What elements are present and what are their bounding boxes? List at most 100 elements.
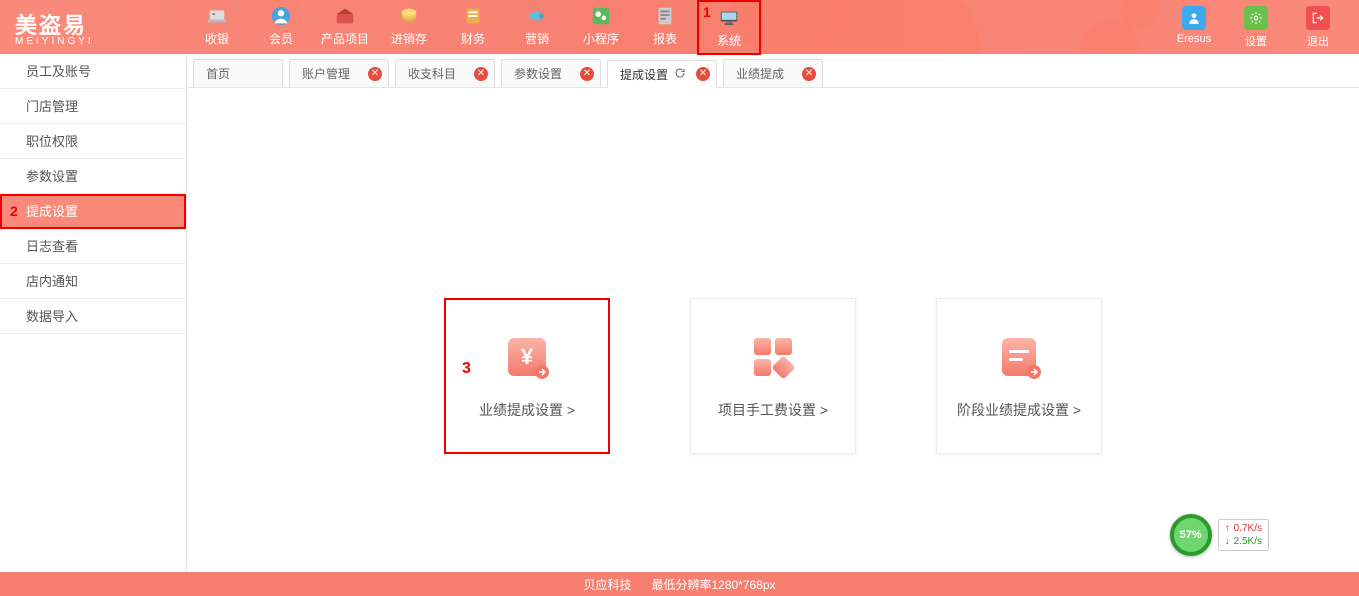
- tab-account[interactable]: 账户管理 ✕: [289, 59, 389, 87]
- card-label: 项目手工费设置 >: [718, 400, 828, 420]
- tab-label: 账户管理: [302, 65, 350, 82]
- nav-label: 营销: [505, 30, 569, 47]
- settings-label: 设置: [1225, 33, 1287, 49]
- annotation-marker: 1: [703, 4, 711, 20]
- card-label: 阶段业绩提成设置 >: [957, 400, 1081, 420]
- sidebar-item-log[interactable]: 日志查看: [0, 229, 186, 264]
- sidebar-label: 日志查看: [26, 239, 78, 254]
- marketing-icon: [505, 4, 569, 28]
- close-icon[interactable]: ✕: [696, 67, 710, 81]
- upload-speed: ↑0.7K/s: [1225, 522, 1262, 535]
- user-label: Eresus: [1163, 33, 1225, 45]
- nav-system[interactable]: 1 系统: [697, 0, 761, 55]
- yen-icon: ¥: [502, 332, 552, 382]
- nav-finance[interactable]: 财务: [441, 0, 505, 55]
- tab-performance[interactable]: 业绩提成 ✕: [723, 59, 823, 87]
- footer-company: 贝应科技: [583, 576, 631, 593]
- sidebar-label: 职位权限: [26, 134, 78, 149]
- nav-product[interactable]: 产品项目: [313, 0, 377, 55]
- tab-commission[interactable]: 提成设置 ✕: [607, 60, 717, 88]
- card-manual-fee[interactable]: 项目手工费设置 >: [690, 298, 856, 454]
- gear-icon: [1225, 6, 1287, 30]
- settings-menu[interactable]: 设置: [1225, 6, 1287, 49]
- card-performance-commission[interactable]: 3 ¥ 业绩提成设置 >: [444, 298, 610, 454]
- close-icon[interactable]: ✕: [802, 67, 816, 81]
- close-icon[interactable]: ✕: [474, 67, 488, 81]
- refresh-icon[interactable]: [674, 67, 686, 82]
- upload-value: 0.7K/s: [1234, 523, 1262, 534]
- network-widget[interactable]: 57% ↑0.7K/s ↓ 2.5K/s: [1170, 514, 1269, 556]
- logo: 美盗易 MEIYINGYI: [15, 8, 185, 47]
- svg-text:¥: ¥: [521, 344, 534, 369]
- tab-param[interactable]: 参数设置 ✕: [501, 59, 601, 87]
- sidebar-label: 数据导入: [26, 309, 78, 324]
- nav-marketing[interactable]: 营销: [505, 0, 569, 55]
- sidebar-item-store[interactable]: 门店管理: [0, 89, 186, 124]
- footer-resolution: 最低分辨率1280*768px: [651, 576, 775, 593]
- sidebar-item-role[interactable]: 职位权限: [0, 124, 186, 159]
- tiles-icon: [748, 332, 798, 382]
- card-label: 业绩提成设置 >: [479, 400, 575, 420]
- network-stats: ↑0.7K/s ↓ 2.5K/s: [1218, 519, 1269, 551]
- close-icon[interactable]: ✕: [368, 67, 382, 81]
- nav-cashier[interactable]: 收银: [185, 0, 249, 55]
- sidebar-label: 店内通知: [26, 274, 78, 289]
- nav-label: 财务: [441, 30, 505, 47]
- nav-miniprogram[interactable]: 小程序: [569, 0, 633, 55]
- inventory-icon: [377, 4, 441, 28]
- nav-label: 收银: [185, 30, 249, 47]
- close-icon[interactable]: ✕: [580, 67, 594, 81]
- finance-icon: [441, 4, 505, 28]
- down-arrow-icon: ↓: [1225, 536, 1230, 547]
- logout-button[interactable]: 退出: [1287, 6, 1349, 49]
- logo-sub: MEIYINGYI: [15, 36, 185, 47]
- main-panel: 首页 账户管理 ✕ 收支科目 ✕ 参数设置 ✕ 提成设置 ✕ 业绩提成 ✕ 3 ¥ 业绩…: [187, 54, 1359, 572]
- card-stage-commission[interactable]: 阶段业绩提成设置 >: [936, 298, 1102, 454]
- tab-label: 收支科目: [408, 65, 456, 82]
- nav-label: 报表: [633, 30, 697, 47]
- tab-category[interactable]: 收支科目 ✕: [395, 59, 495, 87]
- sidebar-label: 门店管理: [26, 99, 78, 114]
- sidebar-item-import[interactable]: 数据导入: [0, 299, 186, 334]
- nav-label: 进销存: [377, 30, 441, 47]
- sidebar-label: 员工及账号: [26, 64, 91, 79]
- wechat-icon: [569, 4, 633, 28]
- sidebar-item-notice[interactable]: 店内通知: [0, 264, 186, 299]
- cards-area: 3 ¥ 业绩提成设置 > 项目手工费设置 > 阶段业绩提成设置 >: [187, 88, 1359, 454]
- sidebar-item-staff[interactable]: 员工及账号: [0, 54, 186, 89]
- nav-label: 会员: [249, 30, 313, 47]
- main-nav: 收银 会员 产品项目 进销存 财务 营销 小程序 报表: [185, 0, 761, 55]
- nav-label: 小程序: [569, 30, 633, 47]
- tab-label: 首页: [206, 65, 230, 82]
- member-icon: [249, 4, 313, 28]
- nav-label: 系统: [699, 32, 759, 49]
- tab-label: 提成设置: [620, 66, 668, 83]
- user-menu[interactable]: Eresus: [1163, 6, 1225, 49]
- nav-inventory[interactable]: 进销存: [377, 0, 441, 55]
- sidebar-item-param[interactable]: 参数设置: [0, 159, 186, 194]
- download-value: 2.5K/s: [1234, 536, 1262, 547]
- logout-label: 退出: [1287, 33, 1349, 49]
- nav-label: 产品项目: [313, 30, 377, 47]
- footer: 贝应科技 最低分辨率1280*768px: [0, 572, 1359, 596]
- header-right: Eresus 设置 退出: [1163, 6, 1349, 49]
- cashier-icon: [185, 4, 249, 28]
- tab-label: 参数设置: [514, 65, 562, 82]
- tab-home[interactable]: 首页: [193, 59, 283, 87]
- content: 员工及账号 门店管理 职位权限 参数设置 2 提成设置 日志查看 店内通知 数据…: [0, 54, 1359, 572]
- nav-report[interactable]: 报表: [633, 0, 697, 55]
- report-icon: [633, 4, 697, 28]
- product-icon: [313, 4, 377, 28]
- annotation-marker: 3: [462, 360, 471, 378]
- nav-member[interactable]: 会员: [249, 0, 313, 55]
- annotation-marker: 2: [10, 196, 18, 227]
- doc-icon: [994, 332, 1044, 382]
- top-header: 美盗易 MEIYINGYI 收银 会员 产品项目 进销存 财务 营销: [0, 0, 1359, 54]
- sidebar: 员工及账号 门店管理 职位权限 参数设置 2 提成设置 日志查看 店内通知 数据…: [0, 54, 187, 572]
- sidebar-label: 参数设置: [26, 169, 78, 184]
- network-percent: 57%: [1170, 514, 1212, 556]
- sidebar-label: 提成设置: [26, 204, 78, 219]
- tab-label: 业绩提成: [736, 65, 784, 82]
- tab-bar: 首页 账户管理 ✕ 收支科目 ✕ 参数设置 ✕ 提成设置 ✕ 业绩提成 ✕: [187, 54, 1359, 88]
- sidebar-item-commission[interactable]: 2 提成设置: [0, 194, 186, 229]
